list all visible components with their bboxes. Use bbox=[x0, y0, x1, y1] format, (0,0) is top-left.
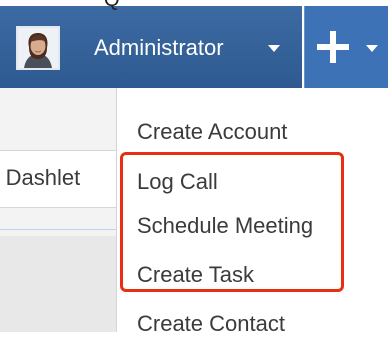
quick-create-menu: Create Account Log Call Schedule Meeting… bbox=[116, 88, 388, 336]
chevron-down-icon[interactable] bbox=[268, 45, 280, 52]
partial-top-glyph: Q bbox=[104, 0, 120, 11]
dashlet-label: ar Dashlet bbox=[0, 165, 81, 190]
topbar: Q Administrator bbox=[0, 0, 388, 88]
dashboard-divider bbox=[0, 229, 120, 230]
dashboard-section bbox=[0, 236, 120, 332]
user-avatar-icon bbox=[18, 28, 58, 68]
user-menu-name[interactable]: Administrator bbox=[94, 35, 224, 61]
menu-item-schedule-meeting[interactable]: Schedule Meeting bbox=[137, 213, 313, 239]
menu-item-create-account[interactable]: Create Account bbox=[137, 119, 287, 145]
user-avatar[interactable] bbox=[16, 26, 60, 70]
dashlet-header[interactable]: ar Dashlet bbox=[0, 150, 120, 208]
chevron-down-icon[interactable] bbox=[366, 45, 378, 52]
menu-item-create-task[interactable]: Create Task bbox=[137, 262, 254, 288]
plus-icon[interactable] bbox=[314, 28, 352, 66]
menu-item-create-contact[interactable]: Create Contact bbox=[137, 311, 285, 337]
menu-item-log-call[interactable]: Log Call bbox=[137, 169, 218, 195]
